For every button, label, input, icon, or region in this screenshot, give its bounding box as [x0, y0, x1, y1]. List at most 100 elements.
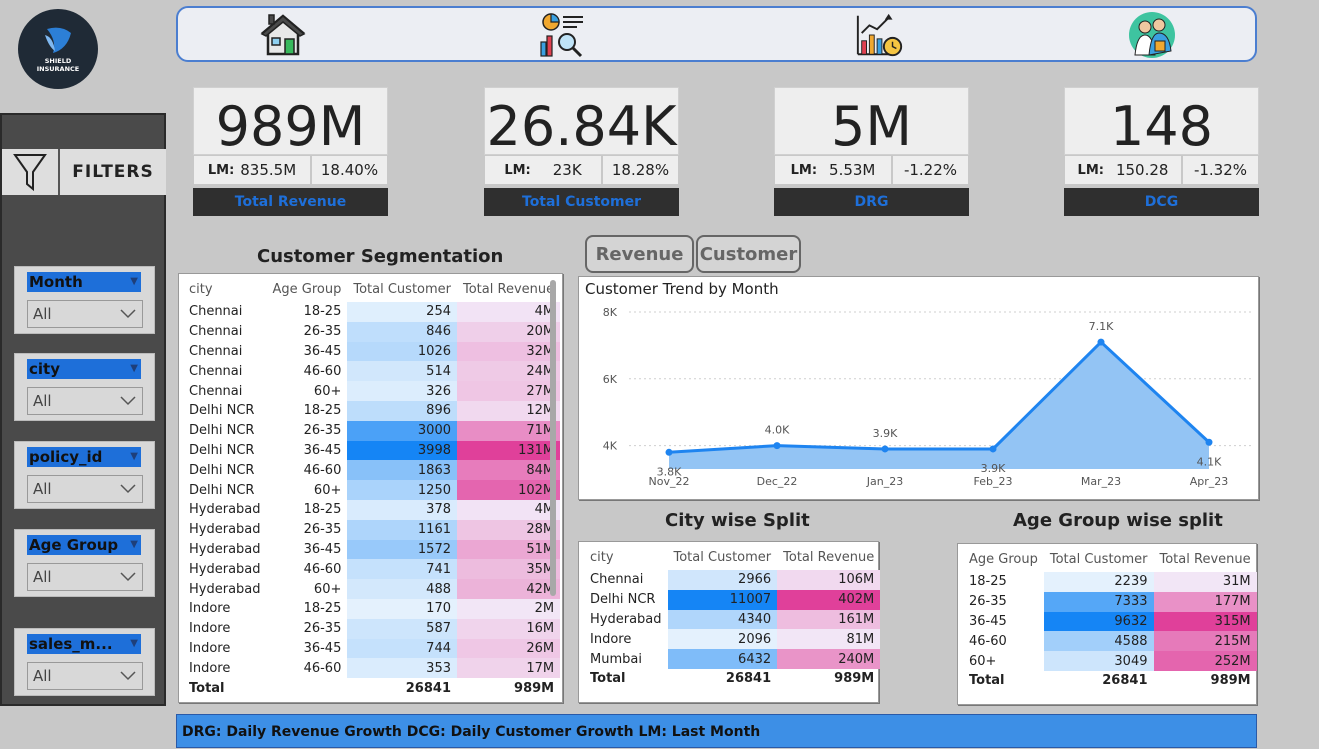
chevron-down-icon[interactable]: ▼ — [130, 634, 138, 654]
table-cell: 9632 — [1043, 611, 1154, 632]
table-row[interactable]: Hyderabad 18-25 378 4M — [183, 499, 561, 520]
x-tick-label: Nov_22 — [649, 475, 690, 488]
chevron-down-icon[interactable]: ▼ — [130, 272, 138, 292]
table-row[interactable]: 60+ 3049 252M — [963, 651, 1257, 671]
data-point — [665, 448, 673, 456]
slicer-city-title: city — [29, 360, 60, 378]
table-cell: 1250 — [347, 480, 457, 500]
table-cell: 106M — [777, 570, 881, 590]
table-row[interactable]: Hyderabad 60+ 488 42M — [183, 579, 561, 599]
city-split-table[interactable]: city Total Customer Total Revenue Chenna… — [578, 541, 881, 703]
table-cell: Chennai — [189, 304, 243, 320]
table-row[interactable]: Indore 46-60 353 17M — [183, 658, 561, 679]
table-cell: Indore — [189, 640, 231, 656]
nav-home-button[interactable] — [257, 12, 309, 58]
table-row[interactable]: Chennai 2966 106M — [584, 570, 881, 590]
table-cell: 36-45 — [303, 541, 342, 557]
table-row[interactable]: Delhi NCR 36-45 3998 131M — [183, 440, 561, 461]
table-cell: 315M — [1153, 611, 1257, 632]
table-cell: Delhi NCR — [590, 592, 656, 608]
table-cell: 18-25 — [303, 304, 342, 320]
scrollbar[interactable] — [550, 280, 556, 596]
chevron-down-icon — [120, 396, 136, 406]
nav-team-button[interactable] — [1126, 12, 1178, 58]
slicer-age-group-dropdown[interactable]: All — [27, 563, 143, 591]
table-cell: 84M — [457, 460, 561, 481]
kpi-change: -1.32% — [1182, 155, 1259, 185]
column-header[interactable]: Total Revenue — [457, 276, 560, 302]
table-cell: 26-35 — [303, 423, 342, 439]
table-cell: 26-35 — [303, 522, 342, 538]
table-row[interactable]: Indore 26-35 587 16M — [183, 618, 561, 639]
data-point — [989, 445, 997, 453]
table-row[interactable]: Chennai 60+ 326 27M — [183, 381, 561, 401]
total-row: Total 26841 989M — [963, 671, 1257, 691]
table-row[interactable]: Hyderabad 26-35 1161 28M — [183, 519, 561, 540]
revenue-toggle-button[interactable]: Revenue — [585, 235, 694, 273]
column-header[interactable]: Total Revenue — [777, 544, 880, 570]
table-row[interactable]: Delhi NCR 60+ 1250 102M — [183, 480, 561, 500]
column-header[interactable]: Total Customer — [347, 276, 457, 302]
slicer-sales-mode-dropdown[interactable]: All — [27, 662, 143, 690]
chevron-down-icon[interactable]: ▼ — [130, 535, 138, 555]
nav-analysis-button[interactable] — [536, 12, 588, 58]
column-header[interactable]: Age Group — [267, 276, 348, 302]
kpi-label: DRG — [774, 188, 969, 216]
table-row[interactable]: 36-45 9632 315M — [963, 611, 1257, 632]
table-row[interactable]: Chennai 26-35 846 20M — [183, 321, 561, 342]
table-row[interactable]: Delhi NCR 18-25 896 12M — [183, 400, 561, 421]
table-row[interactable]: 46-60 4588 215M — [963, 631, 1257, 652]
table-row[interactable]: 18-25 2239 31M — [963, 572, 1257, 592]
table-cell: 81M — [777, 629, 881, 650]
table-row[interactable]: Chennai 18-25 254 4M — [183, 302, 561, 322]
table-row[interactable]: Delhi NCR 11007 402M — [584, 589, 881, 610]
funnel-icon[interactable] — [2, 149, 60, 195]
table-cell: 488 — [347, 579, 457, 599]
chevron-down-icon[interactable]: ▼ — [130, 359, 138, 379]
table-row[interactable]: Indore 36-45 744 26M — [183, 638, 561, 659]
column-header[interactable]: Age Group — [963, 546, 1044, 572]
table-cell: Chennai — [189, 324, 243, 340]
table-row[interactable]: Delhi NCR 26-35 3000 71M — [183, 420, 561, 441]
age-split-table[interactable]: Age Group Total Customer Total Revenue 1… — [957, 543, 1257, 705]
column-header[interactable]: city — [584, 544, 668, 570]
table-cell: 36-45 — [303, 640, 342, 656]
table-row[interactable]: Indore 2096 81M — [584, 629, 881, 650]
total-row: Total 26841 989M — [584, 669, 880, 689]
chevron-down-icon — [120, 309, 136, 319]
customer-toggle-button[interactable]: Customer — [696, 235, 801, 273]
column-header[interactable]: Total Revenue — [1154, 546, 1257, 572]
table-row[interactable]: 26-35 7333 177M — [963, 591, 1257, 612]
segmentation-table[interactable]: city Age Group Total Customer Total Reve… — [178, 273, 563, 703]
slicer-city-dropdown[interactable]: All — [27, 387, 143, 415]
table-cell: 2096 — [667, 629, 778, 650]
chevron-down-icon — [120, 671, 136, 681]
table-cell: Hyderabad — [590, 611, 662, 627]
column-header[interactable]: Total Customer — [668, 544, 778, 570]
slicer-month-title: Month — [29, 273, 83, 291]
table-row[interactable]: Indore 18-25 170 2M — [183, 598, 561, 619]
x-tick-label: Feb_23 — [974, 475, 1013, 488]
table-cell: 60+ — [313, 383, 342, 399]
slicer-month-dropdown[interactable]: All — [27, 300, 143, 328]
column-header[interactable]: Total Customer — [1044, 546, 1154, 572]
kpi-lm-label: LM: — [790, 162, 818, 178]
column-header[interactable]: city — [183, 276, 267, 302]
table-row[interactable]: Hyderabad 46-60 741 35M — [183, 559, 561, 580]
table-cell: Hyderabad — [189, 541, 261, 557]
nav-growth-button[interactable] — [854, 12, 906, 58]
table-row[interactable]: Chennai 46-60 514 24M — [183, 361, 561, 382]
slicer-policy-id-dropdown[interactable]: All — [27, 475, 143, 503]
table-row[interactable]: Chennai 36-45 1026 32M — [183, 341, 561, 362]
table-row[interactable]: Hyderabad 4340 161M — [584, 609, 881, 630]
table-row[interactable]: Mumbai 6432 240M — [584, 649, 881, 669]
total-cell: 989M — [834, 671, 875, 687]
table-row[interactable]: Hyderabad 36-45 1572 51M — [183, 539, 561, 560]
table-cell: 18-25 — [303, 601, 342, 617]
total-row: Total 26841 989M — [183, 678, 560, 698]
chevron-down-icon[interactable]: ▼ — [130, 447, 138, 467]
x-tick-label: Apr_23 — [1190, 475, 1229, 488]
table-row[interactable]: Delhi NCR 46-60 1863 84M — [183, 460, 561, 481]
total-cell — [267, 678, 348, 698]
table-cell: 846 — [347, 321, 457, 342]
